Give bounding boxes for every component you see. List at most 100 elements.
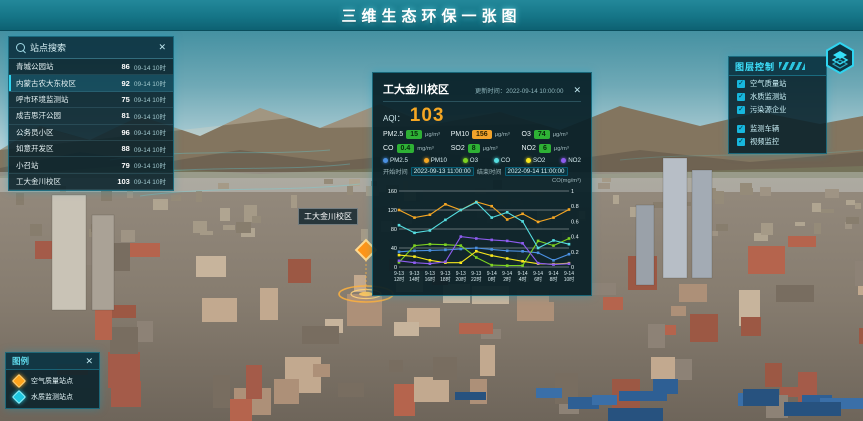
svg-text:40: 40: [391, 246, 397, 252]
pollutant-cell: CO 0.4 mg/m³: [383, 144, 449, 153]
station-map-label-text: 工大金川校区: [304, 211, 352, 222]
pollutant-unit: μg/m³: [495, 132, 510, 138]
station-aqi: 81: [121, 111, 129, 120]
svg-text:6时: 6时: [534, 276, 542, 283]
map-legend-close-icon[interactable]: ✕: [85, 357, 93, 366]
layers-icon[interactable]: [824, 42, 856, 74]
map-legend-panel: 图例 ✕ 空气质量站点 水质监测站点: [5, 352, 100, 409]
layer-item[interactable]: ✓ 水质监测站: [729, 89, 826, 102]
pollutant-cell: SO2 8 μg/m³: [451, 144, 520, 153]
station-search-panel: 站点搜索 ✕ 青城公园站 86 09-14 10时内蒙古农大东校区 92 09-…: [8, 36, 174, 191]
svg-text:18时: 18时: [440, 276, 451, 283]
station-update-time: 09-14 10时: [134, 127, 166, 137]
chart-legend-item[interactable]: SO2: [526, 157, 545, 164]
station-row[interactable]: 内蒙古农大东校区 92 09-14 10时: [9, 75, 173, 91]
pollutant-cell: O3 74 μg/m³: [522, 130, 581, 139]
search-icon: [16, 43, 25, 52]
popup-close-icon[interactable]: ✕: [573, 86, 581, 95]
pollutant-unit: μg/m³: [483, 146, 498, 152]
aqi-value: 103: [410, 105, 445, 127]
trend-chart: 0408012016000.20.40.60.819-1312时9-1314时9…: [383, 185, 583, 289]
layer-label: 空气质量站: [750, 79, 786, 89]
svg-text:0.2: 0.2: [571, 250, 579, 256]
layer-label: 视频监控: [750, 137, 779, 147]
chart-legend-item[interactable]: NO2: [561, 157, 581, 164]
pollutant-value-badge: 15: [406, 130, 422, 139]
station-aqi: 86: [121, 62, 129, 71]
divider: [383, 101, 581, 102]
layer-item[interactable]: ✓ 视频监控: [729, 134, 826, 147]
svg-text:22时: 22时: [471, 276, 482, 283]
station-detail-popup: 工大金川校区 更新时间：2022-09-14 10:00:00 ✕ AQI： 1…: [372, 72, 592, 296]
pollutant-value-badge: 6: [539, 144, 551, 153]
station-row[interactable]: 公务员小区 96 09-14 10时: [9, 125, 173, 141]
pollutant-unit: mg/m³: [417, 146, 433, 152]
map-legend-item: 空气质量站点: [6, 370, 99, 386]
map-legend-label: 空气质量站点: [31, 376, 73, 386]
svg-text:0.4: 0.4: [571, 235, 579, 241]
title-bar: 三维生态环保一张图: [0, 0, 863, 31]
pollutant-grid: PM2.5 15 μg/m³PM10 156 μg/m³O3 74 μg/m³C…: [383, 130, 581, 153]
layer-checkbox[interactable]: ✓: [737, 93, 745, 101]
pollutant-cell: PM2.5 15 μg/m³: [383, 130, 449, 139]
station-map-label[interactable]: 工大金川校区: [298, 208, 358, 225]
cyan-diamond-icon: [12, 390, 26, 404]
map-legend-title: 图例: [12, 355, 85, 367]
station-name: 如意开发区: [16, 143, 117, 154]
layer-label: 监测车辆: [750, 124, 779, 134]
station-row[interactable]: 呼市环境监测站 75 09-14 10时: [9, 92, 173, 108]
chart-legend-item[interactable]: PM10: [424, 157, 447, 164]
pollutant-name: SO2: [451, 145, 465, 152]
layer-checkbox[interactable]: ✓: [737, 106, 745, 114]
svg-text:0时: 0时: [488, 276, 496, 283]
aqi-label: AQI：: [383, 113, 405, 124]
station-row[interactable]: 成吉思汗公园 81 09-14 10时: [9, 108, 173, 124]
layer-checkbox[interactable]: ✓: [737, 125, 745, 133]
svg-text:160: 160: [388, 189, 397, 195]
layer-item[interactable]: ✓ 监测车辆: [729, 121, 826, 134]
station-name: 公务员小区: [16, 127, 117, 138]
right-axis-title: CO(mg/m³): [383, 178, 581, 185]
pollutant-unit: μg/m³: [554, 146, 569, 152]
app-root: { "title_bar": { "title": "三维生态环保一张图" },…: [0, 0, 863, 421]
station-name: 小召站: [16, 160, 117, 171]
layer-checkbox[interactable]: ✓: [737, 80, 745, 88]
chart-legend-item[interactable]: PM2.5: [383, 157, 408, 164]
station-aqi: 103: [117, 177, 130, 186]
station-aqi: 92: [121, 79, 129, 88]
svg-text:0.6: 0.6: [571, 219, 579, 225]
station-name: 成吉思汗公园: [16, 110, 117, 121]
close-icon[interactable]: ✕: [158, 43, 166, 52]
station-aqi: 96: [121, 128, 129, 137]
station-aqi: 79: [121, 161, 129, 170]
station-update-time: 09-14 10时: [134, 160, 166, 170]
legend-series-name: PM10: [431, 157, 447, 164]
svg-text:16时: 16时: [425, 276, 436, 283]
start-time-label: 开始时间: [383, 167, 408, 176]
svg-text:0.8: 0.8: [571, 204, 579, 210]
legend-series-name: O3: [470, 157, 478, 164]
layer-item[interactable]: ✓ 空气质量站: [729, 76, 826, 89]
svg-text:12时: 12时: [394, 276, 405, 283]
map-legend-list: 空气质量站点 水质监测站点: [6, 370, 99, 402]
legend-dot: [494, 158, 499, 163]
svg-text:120: 120: [388, 208, 397, 214]
layer-label: 水质监测站: [750, 92, 786, 102]
station-row[interactable]: 如意开发区 88 09-14 10时: [9, 141, 173, 157]
chart-legend-item[interactable]: O3: [463, 157, 478, 164]
station-row[interactable]: 小召站 79 09-14 10时: [9, 157, 173, 173]
chart-legend-item[interactable]: CO: [494, 157, 510, 164]
legend-dot: [561, 158, 566, 163]
update-time-value: 2022-09-14 10:00:00: [506, 88, 563, 95]
pollutant-unit: μg/m³: [425, 132, 440, 138]
legend-dot: [526, 158, 531, 163]
station-update-time: 09-14 10时: [134, 111, 166, 121]
station-row[interactable]: 青城公园站 86 09-14 10时: [9, 59, 173, 75]
legend-dot: [383, 158, 388, 163]
start-time-input[interactable]: 2022-09-13 11:00:00: [411, 167, 474, 176]
layer-item[interactable]: ✓ 污染源企业: [729, 102, 826, 115]
layer-checkbox[interactable]: ✓: [737, 138, 745, 146]
station-row[interactable]: 工大金川校区 103 09-14 10时: [9, 174, 173, 190]
end-time-input[interactable]: 2022-09-14 11:00:00: [505, 167, 568, 176]
svg-text:20时: 20时: [456, 276, 467, 283]
